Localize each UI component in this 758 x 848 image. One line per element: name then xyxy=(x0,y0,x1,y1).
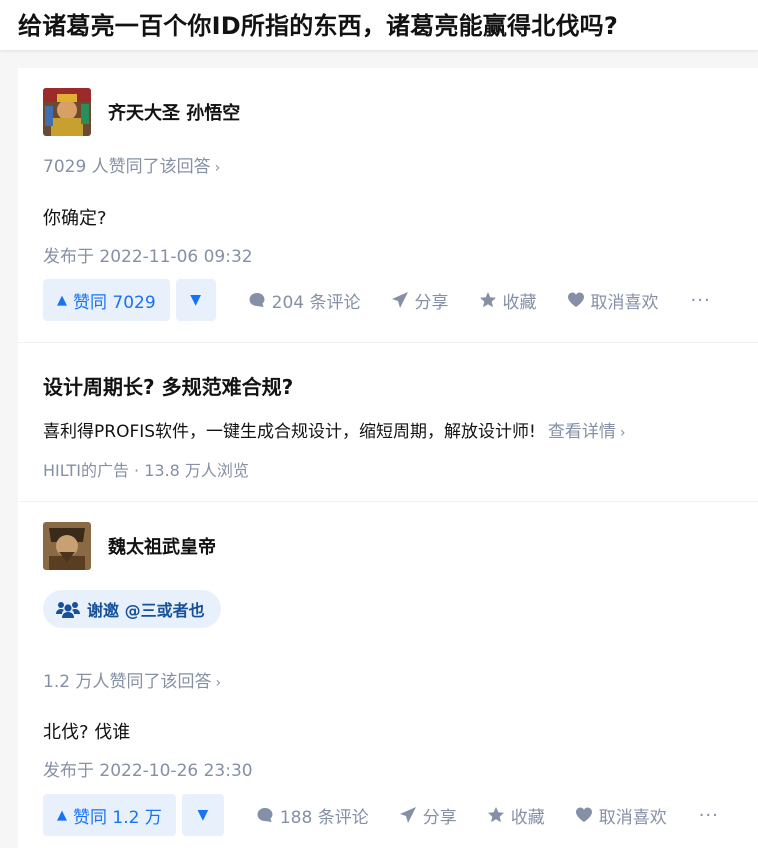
comment-label: 188 条评论 xyxy=(279,807,369,828)
author-name[interactable]: 魏太祖武皇帝 xyxy=(108,533,216,559)
upvote-button[interactable]: ▲ 赞同 1.2 万 xyxy=(43,794,176,836)
downvote-button[interactable]: ▼ xyxy=(175,279,216,321)
publish-time[interactable]: 发布于 2022-11-06 09:32 xyxy=(43,242,253,267)
comment-button[interactable]: 204 条评论 xyxy=(248,288,361,313)
invite-label: 谢邀 @三或者也 xyxy=(87,601,205,620)
action-bar: ▲ 赞同 7029 ▼ 204 条评论 分享 收藏 取消喜欢 ··· xyxy=(43,279,711,321)
answer-card: 齐天大圣 孙悟空 7029 人赞同了该回答 › 你确定? 发布于 2022-11-… xyxy=(18,68,758,342)
more-button[interactable]: ··· xyxy=(691,290,711,311)
invite-badge[interactable]: 谢邀 @三或者也 xyxy=(43,590,221,628)
downvote-triangle-icon: ▼ xyxy=(197,807,209,823)
heart-icon xyxy=(567,292,584,307)
ad-card[interactable]: 设计周期长? 多规范难合规? 喜利得PROFIS软件，一键生成合规设计，缩短周期… xyxy=(18,343,758,501)
chevron-right-icon: › xyxy=(215,675,222,691)
share-button[interactable]: 分享 xyxy=(391,288,449,313)
upvote-triangle-icon: ▲ xyxy=(57,292,67,308)
ad-body: 喜利得PROFIS软件，一键生成合规设计，缩短周期，解放设计师! 查看详情 › xyxy=(43,417,625,442)
chevron-right-icon: › xyxy=(214,160,221,176)
author-info: 齐天大圣 孙悟空 xyxy=(43,88,240,136)
comment-label: 204 条评论 xyxy=(271,292,361,313)
comment-button[interactable]: 188 条评论 xyxy=(256,803,369,828)
unlike-button[interactable]: 取消喜欢 xyxy=(567,288,659,313)
answer-content: 北伐? 伐谁 xyxy=(43,722,131,743)
answer-card: 魏太祖武皇帝 谢邀 @三或者也 1.2 万人赞同了该回答 › 北伐? 伐谁 发布于… xyxy=(18,502,758,848)
answer-content: 你确定? xyxy=(43,208,107,229)
share-icon xyxy=(391,292,408,308)
vote-count-link[interactable]: 7029 人赞同了该回答 › xyxy=(43,152,220,177)
collect-label: 收藏 xyxy=(510,807,545,828)
collect-button[interactable]: 收藏 xyxy=(479,288,537,313)
vote-count-link[interactable]: 1.2 万人赞同了该回答 › xyxy=(43,667,221,692)
share-button[interactable]: 分享 xyxy=(399,803,457,828)
action-bar: ▲ 赞同 1.2 万 ▼ 188 条评论 分享 收藏 取消喜欢 ··· xyxy=(43,794,719,836)
ad-details-label: 查看详情 xyxy=(547,422,616,442)
downvote-triangle-icon: ▼ xyxy=(190,292,202,308)
share-label: 分享 xyxy=(414,292,449,313)
more-button[interactable]: ··· xyxy=(699,805,719,826)
question-title[interactable]: 给诸葛亮一百个你ID所指的东西，诸葛亮能赢得北伐吗? xyxy=(18,6,618,41)
star-icon xyxy=(487,807,504,823)
collect-label: 收藏 xyxy=(502,292,537,313)
ad-details-link[interactable]: 查看详情 › xyxy=(548,422,626,442)
unlike-label: 取消喜欢 xyxy=(590,292,659,313)
chevron-right-icon: › xyxy=(619,425,626,441)
question-header: 给诸葛亮一百个你ID所指的东西，诸葛亮能赢得北伐吗? xyxy=(0,0,758,50)
invite-people-icon xyxy=(56,602,80,618)
star-icon xyxy=(479,292,496,308)
ad-body-text: 喜利得PROFIS软件，一键生成合规设计，缩短周期，解放设计师! xyxy=(43,422,536,442)
upvote-button[interactable]: ▲ 赞同 7029 xyxy=(43,279,170,321)
share-label: 分享 xyxy=(422,807,457,828)
publish-time[interactable]: 发布于 2022-10-26 23:30 xyxy=(43,756,253,781)
avatar[interactable] xyxy=(43,88,91,136)
author-info: 魏太祖武皇帝 xyxy=(43,522,216,570)
comment-icon xyxy=(257,808,273,822)
vote-count-text: 1.2 万人赞同了该回答 xyxy=(43,672,212,692)
collect-button[interactable]: 收藏 xyxy=(487,803,545,828)
avatar[interactable] xyxy=(43,522,91,570)
unlike-button[interactable]: 取消喜欢 xyxy=(575,803,667,828)
upvote-label: 赞同 1.2 万 xyxy=(73,807,162,828)
ad-meta: HILTI的广告 · 13.8 万人浏览 xyxy=(43,461,249,480)
share-icon xyxy=(399,807,416,823)
ad-title[interactable]: 设计周期长? 多规范难合规? xyxy=(43,371,293,400)
downvote-button[interactable]: ▼ xyxy=(181,794,224,836)
vote-count-text: 7029 人赞同了该回答 xyxy=(43,157,211,177)
comment-icon xyxy=(249,293,265,307)
upvote-label: 赞同 7029 xyxy=(73,292,156,313)
author-name[interactable]: 齐天大圣 孙悟空 xyxy=(108,99,240,125)
upvote-triangle-icon: ▲ xyxy=(57,807,67,823)
unlike-label: 取消喜欢 xyxy=(598,807,667,828)
heart-icon xyxy=(575,807,592,822)
